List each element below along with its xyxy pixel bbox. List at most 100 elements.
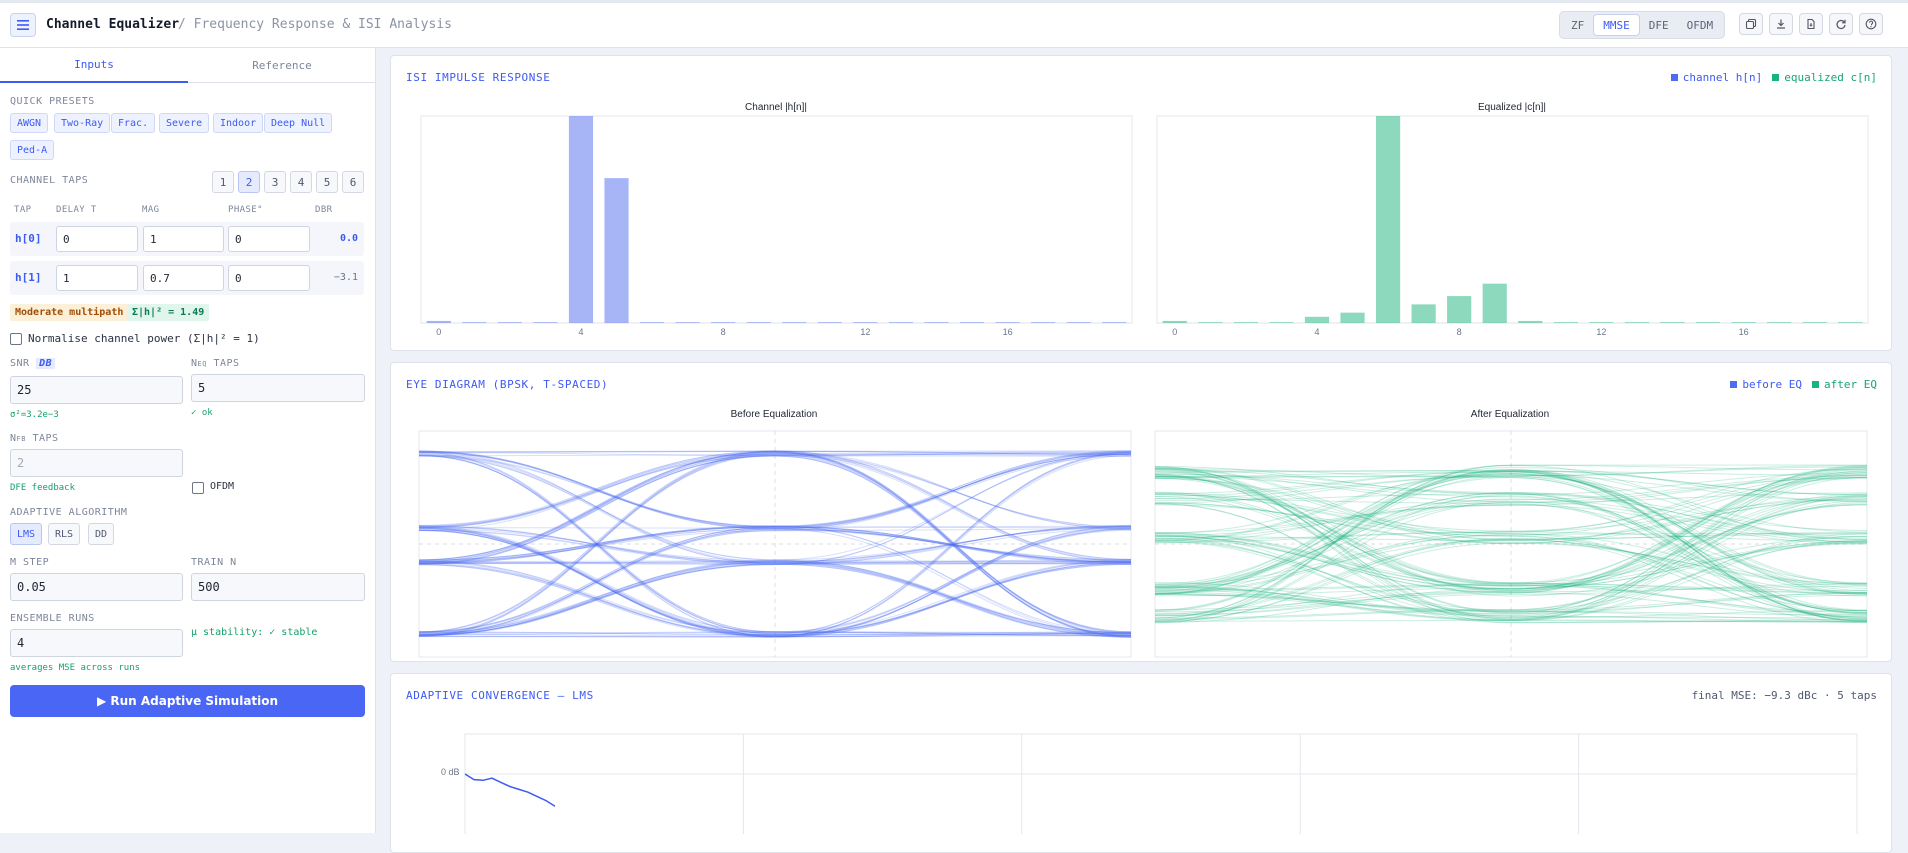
tap-delay-input[interactable]: 1 bbox=[56, 265, 138, 291]
equalized-bar bbox=[1482, 283, 1507, 323]
run-simulation-button[interactable]: ▶ Run Adaptive Simulation bbox=[10, 685, 365, 717]
help-button[interactable] bbox=[1859, 13, 1883, 35]
tap-dbr: −3.1 bbox=[333, 272, 358, 283]
download-button[interactable] bbox=[1769, 13, 1793, 35]
neq-input[interactable]: 5 bbox=[191, 374, 365, 402]
tab-reference[interactable]: Reference bbox=[188, 48, 376, 83]
col-dbr: DBR bbox=[315, 205, 333, 215]
ensemble-input[interactable]: 4 bbox=[10, 629, 183, 657]
mode-ofdm[interactable]: OFDM bbox=[1678, 14, 1723, 36]
channel-bar bbox=[888, 322, 914, 323]
channel-x-tick: 4 bbox=[578, 327, 583, 337]
channel-bar bbox=[817, 322, 842, 323]
equalized-bar bbox=[1269, 322, 1294, 323]
ofdm-checkbox[interactable] bbox=[192, 482, 204, 494]
equalized-x-tick: 4 bbox=[1314, 327, 1319, 337]
equalized-bar bbox=[1411, 304, 1436, 323]
equalized-bar bbox=[1589, 322, 1614, 323]
tap-count-4[interactable]: 4 bbox=[290, 171, 312, 193]
tap-mag-input[interactable]: 0.7 bbox=[143, 265, 224, 291]
eye-panel: EYE DIAGRAM (BPSK, T-SPACED) before EQ a… bbox=[390, 362, 1892, 662]
help-icon bbox=[1865, 18, 1877, 30]
channel-x-tick: 16 bbox=[1003, 327, 1013, 337]
mu-input[interactable]: 0.05 bbox=[10, 573, 183, 601]
col-mag: MAG bbox=[142, 205, 160, 215]
export-file-button[interactable] bbox=[1799, 13, 1823, 35]
after-eye-trace bbox=[1154, 468, 1868, 584]
equalized-bar bbox=[1553, 322, 1578, 323]
tab-inputs[interactable]: Inputs bbox=[0, 48, 188, 83]
equalized-bar bbox=[1660, 322, 1685, 323]
channel-bar bbox=[604, 178, 629, 323]
algo-rls[interactable]: RLS bbox=[48, 523, 81, 545]
normalise-checkbox[interactable] bbox=[10, 333, 22, 345]
tap-count-1[interactable]: 1 bbox=[212, 171, 234, 193]
algo-lms[interactable]: LMS bbox=[10, 523, 43, 545]
equalized-bar bbox=[1838, 322, 1863, 323]
multipath-badge: Moderate multipath bbox=[10, 304, 129, 321]
mode-dfe[interactable]: DFE bbox=[1640, 14, 1678, 36]
tap-mag-input[interactable]: 1 bbox=[143, 226, 224, 252]
hamburger-icon bbox=[17, 20, 29, 30]
preset-two-ray[interactable]: Two-Ray bbox=[54, 113, 111, 133]
mse-curve bbox=[464, 773, 556, 807]
tap-count-5[interactable]: 5 bbox=[316, 171, 338, 193]
equalized-bar bbox=[1802, 322, 1827, 323]
preset-severe[interactable]: Severe bbox=[159, 113, 210, 133]
equalized-x-tick: 0 bbox=[1172, 327, 1177, 337]
col-phase: PHASE° bbox=[228, 205, 263, 215]
equalized-bar bbox=[1162, 320, 1187, 323]
refresh-icon bbox=[1836, 19, 1846, 30]
nfb-input[interactable]: 2 bbox=[10, 449, 183, 477]
preset-deep-null[interactable]: Deep Null bbox=[264, 113, 333, 133]
channel-bar bbox=[462, 322, 487, 323]
tap-count-2[interactable]: 2 bbox=[238, 171, 260, 193]
channel-taps-label: CHANNEL TAPS bbox=[10, 175, 89, 186]
sidebar: Inputs Reference QUICK PRESETS AWGN Two-… bbox=[0, 48, 376, 833]
refresh-button[interactable] bbox=[1829, 13, 1853, 35]
tap-delay-input[interactable]: 0 bbox=[56, 226, 138, 252]
menu-button[interactable] bbox=[10, 13, 36, 37]
tap-phase-input[interactable]: 0 bbox=[228, 265, 310, 291]
equalized-x-tick: 12 bbox=[1596, 327, 1606, 337]
channel-bar bbox=[853, 322, 878, 323]
equalized-bar bbox=[1518, 320, 1543, 323]
mode-zf[interactable]: ZF bbox=[1562, 14, 1593, 36]
normalise-label: Normalise channel power (Σ|h|² = 1) bbox=[28, 332, 260, 345]
mode-mmse[interactable]: MMSE bbox=[1593, 14, 1640, 36]
snr-input[interactable]: 25 bbox=[10, 376, 183, 404]
preset-awgn[interactable]: AWGN bbox=[10, 113, 49, 133]
tap-row: h[1] 1 0.7 0 −3.1 bbox=[10, 261, 364, 295]
tap-count-3[interactable]: 3 bbox=[264, 171, 286, 193]
eye-diagrams bbox=[418, 430, 1868, 658]
channel-bar bbox=[1031, 322, 1056, 323]
tap-name: h[1] bbox=[15, 271, 42, 284]
channel-bar bbox=[782, 322, 807, 323]
download-icon bbox=[1777, 19, 1785, 29]
equalized-bar bbox=[1198, 322, 1223, 323]
channel-bar bbox=[1102, 322, 1127, 323]
preset-indoor[interactable]: Indoor bbox=[213, 113, 264, 133]
app-subtitle: / Frequency Response & ISI Analysis bbox=[178, 17, 452, 32]
copy-button[interactable] bbox=[1739, 13, 1763, 35]
channel-bar bbox=[711, 322, 736, 323]
equalized-x-tick: 16 bbox=[1739, 327, 1749, 337]
tap-dbr: 0.0 bbox=[339, 233, 358, 244]
channel-bar bbox=[1066, 322, 1091, 323]
train-input[interactable]: 500 bbox=[191, 573, 365, 601]
preset-frac[interactable]: Frac. bbox=[111, 113, 156, 133]
channel-bar bbox=[746, 322, 771, 323]
equalized-bar bbox=[1233, 322, 1258, 323]
channel-bar bbox=[959, 322, 985, 323]
convergence-frame bbox=[464, 733, 1858, 834]
mu-label: Μ STEP bbox=[10, 557, 50, 568]
channel-x-tick: 12 bbox=[860, 327, 870, 337]
tap-name: h[0] bbox=[15, 232, 42, 245]
tap-phase-input[interactable]: 0 bbox=[228, 226, 310, 252]
nfb-note: DFE feedback bbox=[10, 483, 76, 493]
tap-count-6[interactable]: 6 bbox=[342, 171, 364, 193]
channel-bar bbox=[568, 116, 594, 323]
app-title: Channel Equalizer bbox=[46, 17, 180, 32]
preset-ped-a[interactable]: Ped-A bbox=[10, 140, 55, 160]
algo-dd[interactable]: DD bbox=[88, 523, 115, 545]
